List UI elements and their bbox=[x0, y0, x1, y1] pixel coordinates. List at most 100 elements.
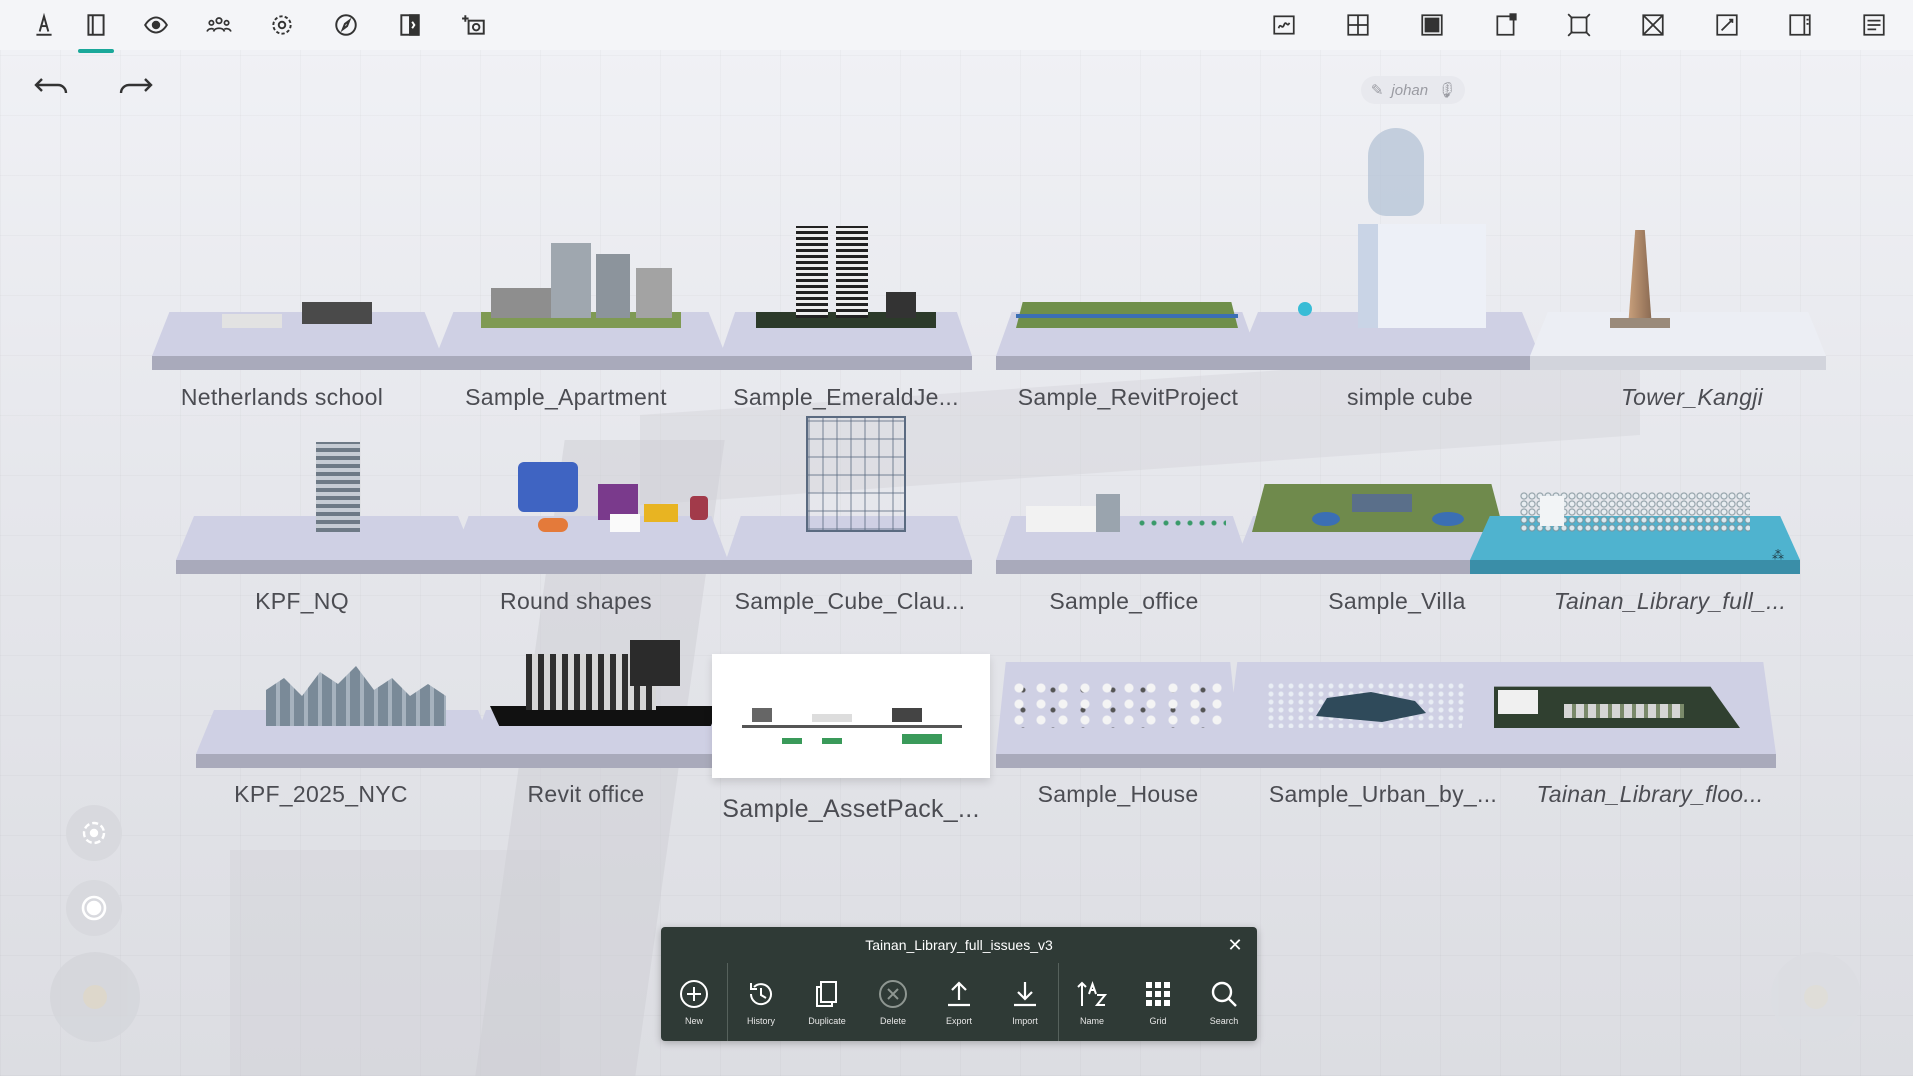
grid-icon bbox=[1146, 982, 1170, 1006]
project-label[interactable]: KPF_NQ bbox=[152, 588, 452, 615]
model-preview bbox=[1494, 676, 1740, 728]
model-preview bbox=[742, 688, 962, 744]
active-tab-indicator bbox=[78, 49, 114, 53]
scene-road bbox=[230, 850, 560, 1076]
import-button[interactable]: Import bbox=[992, 963, 1058, 1041]
model-preview bbox=[806, 416, 906, 532]
project-label[interactable]: Sample_Villa bbox=[1247, 588, 1547, 615]
project-label[interactable]: Sample_Cube_Clau... bbox=[700, 588, 1000, 615]
search-button[interactable]: Search bbox=[1191, 963, 1257, 1041]
project-tile[interactable] bbox=[1240, 220, 1540, 370]
tile-base bbox=[1530, 312, 1826, 370]
joystick-left[interactable] bbox=[50, 952, 140, 1042]
close-frame-icon[interactable] bbox=[1637, 10, 1669, 40]
project-tile[interactable] bbox=[1458, 662, 1776, 768]
people-icon[interactable] bbox=[203, 10, 235, 40]
project-tile[interactable] bbox=[452, 450, 728, 574]
joystick-right[interactable] bbox=[1771, 952, 1861, 1042]
tree-preview bbox=[1298, 302, 1312, 316]
close-icon[interactable]: ✕ bbox=[1225, 935, 1245, 955]
project-tile[interactable]: ⁂ bbox=[1470, 482, 1800, 574]
eye-icon[interactable] bbox=[140, 10, 172, 40]
project-label[interactable]: Sample_office bbox=[974, 588, 1274, 615]
pencil-icon: ✎ bbox=[1370, 82, 1384, 99]
project-label[interactable]: Round shapes bbox=[426, 588, 726, 615]
project-tile[interactable] bbox=[996, 662, 1240, 768]
frame-corner-icon[interactable] bbox=[1490, 10, 1522, 40]
mic-icon: 🎙 bbox=[1436, 82, 1456, 99]
project-label[interactable]: Sample_House bbox=[968, 781, 1268, 808]
orbit-button[interactable] bbox=[66, 805, 122, 861]
edit-frame-icon[interactable] bbox=[1711, 10, 1743, 40]
model-preview bbox=[1026, 492, 1226, 532]
grid-add-icon[interactable] bbox=[1342, 10, 1374, 40]
model-preview bbox=[1252, 482, 1504, 532]
project-actions-panel: Tainan_Library_full_issues_v3 ✕ New Hist… bbox=[661, 927, 1257, 1041]
panel-icon[interactable] bbox=[80, 10, 112, 40]
sort-name-button[interactable]: Name bbox=[1059, 963, 1125, 1041]
search-label: Search bbox=[1209, 1016, 1239, 1026]
project-tile[interactable] bbox=[996, 290, 1258, 370]
compass-icon[interactable] bbox=[330, 10, 362, 40]
gear-icon[interactable] bbox=[266, 10, 298, 40]
project-label[interactable]: Sample_EmeraldJe... bbox=[696, 384, 996, 411]
project-tile[interactable] bbox=[726, 416, 972, 574]
project-label[interactable]: Netherlands school bbox=[132, 384, 432, 411]
duplicate-label: Duplicate bbox=[808, 1016, 846, 1026]
project-label[interactable]: Sample_Apartment bbox=[416, 384, 716, 411]
project-tile[interactable] bbox=[712, 654, 990, 778]
project-label[interactable]: Tower_Kangji bbox=[1542, 384, 1842, 411]
model-preview bbox=[1016, 298, 1238, 328]
sketch-frame-icon[interactable] bbox=[1268, 10, 1300, 40]
sort-name-icon bbox=[1077, 980, 1108, 1006]
model-preview bbox=[518, 454, 708, 532]
list-panel-icon[interactable] bbox=[1858, 10, 1890, 40]
delete-label: Delete bbox=[879, 1016, 906, 1026]
name-label: Name bbox=[1079, 1016, 1104, 1026]
duplicate-button[interactable]: Duplicate bbox=[794, 963, 860, 1041]
project-label[interactable]: KPF_2025_NYC bbox=[171, 781, 471, 808]
side-panel-icon[interactable] bbox=[1784, 10, 1816, 40]
undo-button[interactable] bbox=[29, 68, 73, 104]
model-preview bbox=[266, 636, 446, 726]
model-preview bbox=[222, 298, 372, 328]
project-tile[interactable] bbox=[1530, 228, 1826, 370]
project-label[interactable]: Tainan_Library_floo... bbox=[1500, 781, 1800, 808]
new-button[interactable]: New bbox=[661, 963, 727, 1041]
shared-users-icon: ⁂ bbox=[1772, 548, 1784, 562]
grid-button[interactable]: Grid bbox=[1125, 963, 1191, 1041]
project-tile[interactable] bbox=[196, 630, 496, 768]
import-icon bbox=[1014, 982, 1036, 1007]
model-preview bbox=[1520, 482, 1750, 532]
expand-frame-icon[interactable] bbox=[1563, 10, 1595, 40]
collaborator-name: johan bbox=[1391, 81, 1429, 99]
solid-view-icon[interactable] bbox=[1416, 10, 1448, 40]
project-tile[interactable] bbox=[470, 636, 734, 768]
selected-project-title: Tainan_Library_full_issues_v3 bbox=[865, 937, 1053, 953]
project-label[interactable]: Sample_AssetPack_... bbox=[701, 795, 1001, 824]
grid-label: Grid bbox=[1149, 1016, 1167, 1026]
project-label[interactable]: Revit office bbox=[436, 781, 736, 808]
history-button[interactable]: History bbox=[728, 963, 794, 1041]
model-preview bbox=[1008, 678, 1228, 728]
project-tile[interactable] bbox=[996, 490, 1248, 574]
redo-button[interactable] bbox=[114, 68, 158, 104]
project-tile[interactable] bbox=[436, 240, 726, 370]
split-view-icon[interactable] bbox=[394, 10, 426, 40]
camera-add-icon[interactable] bbox=[458, 10, 490, 40]
project-tile[interactable] bbox=[152, 290, 442, 370]
delete-button[interactable]: Delete bbox=[860, 963, 926, 1041]
panel-toolbar: New History Duplicate Delete Export Impo… bbox=[661, 963, 1257, 1041]
project-label[interactable]: Sample_RevitProject bbox=[978, 384, 1278, 411]
walk-mode-button[interactable] bbox=[66, 880, 122, 936]
project-tile[interactable] bbox=[176, 430, 476, 574]
model-preview bbox=[490, 636, 720, 726]
project-label[interactable]: simple cube bbox=[1260, 384, 1560, 411]
pen-icon[interactable] bbox=[28, 10, 60, 40]
history-label: History bbox=[746, 1016, 775, 1026]
model-preview bbox=[756, 226, 936, 328]
project-label[interactable]: Tainan_Library_full_... bbox=[1520, 588, 1820, 615]
project-label[interactable]: Sample_Urban_by_... bbox=[1233, 781, 1533, 808]
export-button[interactable]: Export bbox=[926, 963, 992, 1041]
project-tile[interactable] bbox=[720, 226, 972, 370]
